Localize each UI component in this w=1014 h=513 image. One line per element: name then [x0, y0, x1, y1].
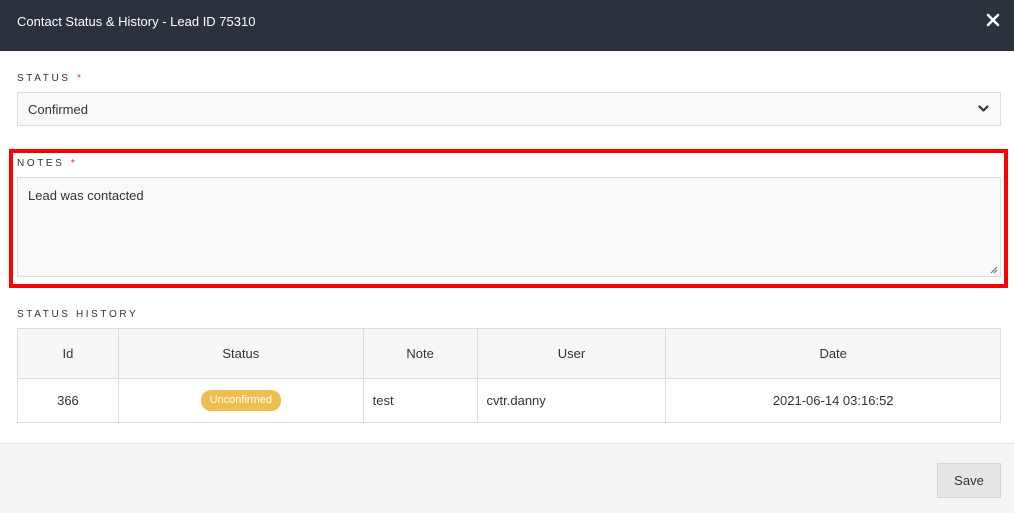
cell-id: 366: [17, 378, 119, 423]
table-row: 366 Unconfirmed test cvtr.danny 2021-06-…: [17, 378, 1001, 423]
column-header-user: User: [476, 328, 667, 379]
chevron-down-icon: [978, 105, 989, 112]
save-button[interactable]: Save: [937, 463, 1001, 498]
column-header-date: Date: [665, 328, 1001, 379]
status-selected-value: Confirmed: [28, 102, 88, 117]
modal-footer: Save: [0, 443, 1014, 513]
close-button[interactable]: [986, 12, 1000, 28]
status-history-label: STATUS HISTORY: [17, 309, 139, 320]
resize-grip-icon[interactable]: [990, 266, 998, 274]
close-icon: [986, 13, 1000, 27]
column-header-id: Id: [17, 328, 119, 379]
cell-user: cvtr.danny: [476, 378, 667, 423]
modal-title: Contact Status & History - Lead ID 75310: [17, 14, 256, 29]
contact-status-modal: Contact Status & History - Lead ID 75310…: [0, 0, 1014, 513]
status-history-table: Id Status Note User Date 366 Unconfirmed…: [17, 328, 1001, 423]
cell-note: test: [362, 378, 478, 423]
status-select[interactable]: Confirmed: [17, 92, 1001, 126]
status-label: STATUS *: [17, 73, 81, 84]
column-header-status: Status: [117, 328, 364, 379]
cell-date: 2021-06-14 03:16:52: [665, 378, 1001, 423]
notes-textarea[interactable]: Lead was contacted: [17, 177, 1001, 277]
notes-text: Lead was contacted: [28, 188, 144, 203]
required-mark: *: [70, 158, 75, 169]
required-mark: *: [76, 73, 81, 84]
notes-label: NOTES *: [17, 158, 75, 169]
modal-header: Contact Status & History - Lead ID 75310: [0, 0, 1014, 51]
cell-status: Unconfirmed: [117, 378, 364, 423]
column-header-note: Note: [362, 328, 478, 379]
table-header-row: Id Status Note User Date: [17, 328, 1001, 379]
status-badge: Unconfirmed: [200, 390, 281, 411]
